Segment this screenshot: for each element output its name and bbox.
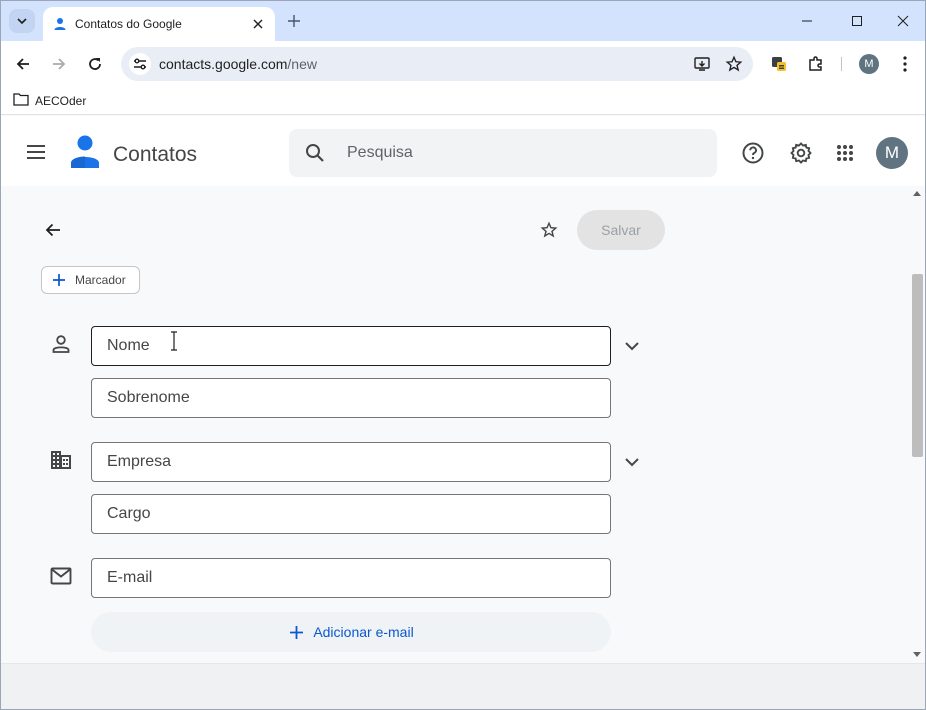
bookmark-folder[interactable]: AECOder bbox=[13, 92, 86, 110]
settings-icon[interactable] bbox=[788, 140, 814, 166]
chevron-down-icon[interactable] bbox=[621, 335, 643, 357]
chevron-down-icon[interactable] bbox=[621, 451, 643, 473]
minimize-icon[interactable] bbox=[797, 11, 817, 31]
app-title: Contatos bbox=[113, 143, 198, 166]
install-icon[interactable] bbox=[689, 51, 715, 77]
tune-icon[interactable] bbox=[129, 53, 151, 75]
contacts-favicon bbox=[53, 17, 67, 31]
email-field[interactable] bbox=[91, 558, 611, 598]
new-tab-button[interactable] bbox=[283, 10, 305, 32]
save-button[interactable]: Salvar bbox=[577, 210, 665, 250]
search-input[interactable] bbox=[347, 144, 687, 162]
close-icon[interactable] bbox=[249, 15, 267, 33]
address-bar[interactable]: contacts.google.com/new bbox=[121, 47, 753, 81]
company-input[interactable] bbox=[92, 443, 610, 481]
folder-icon bbox=[13, 92, 29, 111]
search-icon[interactable] bbox=[303, 141, 327, 165]
text-cursor-icon bbox=[169, 331, 179, 351]
reload-icon[interactable] bbox=[83, 52, 107, 76]
scroll-down-arrow[interactable] bbox=[913, 652, 921, 657]
maximize-icon[interactable] bbox=[847, 11, 867, 31]
browser-window: Contatos do Google contacts.google.com/n… bbox=[0, 0, 926, 710]
star-icon[interactable] bbox=[721, 51, 747, 77]
bookmarks-bar: AECOder bbox=[1, 87, 925, 115]
toolbar-separator bbox=[841, 57, 842, 71]
favorite-star-icon[interactable] bbox=[538, 219, 560, 241]
add-email-label: Adicionar e-mail bbox=[313, 624, 414, 640]
scroll-thumb[interactable] bbox=[912, 274, 923, 457]
person-icon bbox=[49, 332, 73, 356]
app-header: Contatos M bbox=[1, 116, 925, 186]
extension-icon[interactable] bbox=[767, 52, 791, 76]
tab-strip: Contatos do Google bbox=[1, 1, 925, 41]
apps-icon[interactable] bbox=[832, 140, 858, 166]
tab-search-icon[interactable] bbox=[9, 9, 35, 33]
url-text: contacts.google.com/new bbox=[159, 56, 317, 72]
job-title-input[interactable] bbox=[92, 495, 610, 533]
arrow-back-icon[interactable] bbox=[41, 218, 65, 242]
help-icon[interactable] bbox=[740, 140, 766, 166]
add-email-button[interactable]: Adicionar e-mail bbox=[91, 612, 611, 652]
scrollbar[interactable] bbox=[909, 186, 925, 663]
contacts-logo bbox=[69, 134, 101, 170]
forward-icon[interactable] bbox=[47, 52, 71, 76]
company-field[interactable] bbox=[91, 442, 611, 482]
menu-icon[interactable] bbox=[23, 139, 49, 165]
plus-icon bbox=[288, 624, 304, 640]
tab-title: Contatos do Google bbox=[75, 17, 182, 31]
account-avatar[interactable]: M bbox=[876, 137, 908, 169]
more-vert-icon[interactable] bbox=[893, 52, 917, 76]
add-label-button[interactable]: Marcador bbox=[41, 266, 140, 294]
plus-icon bbox=[52, 273, 66, 287]
mail-icon bbox=[49, 564, 73, 588]
active-tab[interactable]: Contatos do Google bbox=[43, 7, 275, 41]
add-label-text: Marcador bbox=[75, 273, 126, 287]
job-title-field[interactable] bbox=[91, 494, 611, 534]
business-icon bbox=[49, 448, 73, 472]
new-contact-form: Salvar Marcador Nome Sobrenome Empresa C… bbox=[1, 186, 909, 663]
last-name-input[interactable] bbox=[92, 379, 610, 417]
last-name-field[interactable] bbox=[91, 378, 611, 418]
close-window-icon[interactable] bbox=[893, 11, 913, 31]
search-bar[interactable] bbox=[289, 129, 717, 177]
scroll-up-arrow[interactable] bbox=[913, 191, 921, 196]
profile-avatar[interactable]: M bbox=[859, 54, 879, 74]
puzzle-icon[interactable] bbox=[804, 52, 828, 76]
browser-toolbar: contacts.google.com/new M bbox=[1, 41, 925, 87]
back-icon[interactable] bbox=[11, 52, 35, 76]
bookmark-folder-label: AECOder bbox=[35, 94, 87, 108]
email-input[interactable] bbox=[92, 559, 610, 597]
bottom-area bbox=[1, 663, 925, 709]
